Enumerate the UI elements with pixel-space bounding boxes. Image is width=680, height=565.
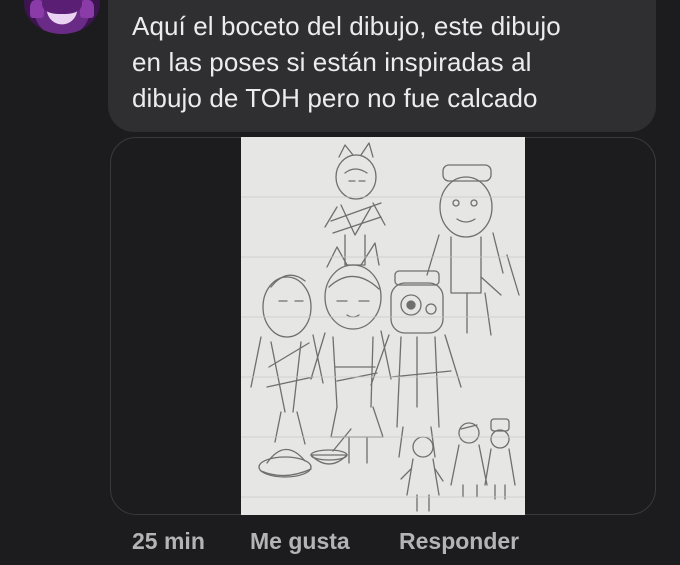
comment-text: Aquí el boceto del dibujo, este dibujo e… [132, 11, 561, 113]
sketch-figure-right [426, 164, 520, 336]
sketch-figure-helmet [370, 270, 462, 458]
sketch-figure-left [250, 274, 324, 445]
comment-time: 25 min [132, 528, 205, 554]
user-avatar-icon[interactable] [24, 0, 100, 34]
sketch-hat [258, 448, 312, 478]
sketch-image[interactable] [241, 137, 525, 515]
paper-lines [241, 196, 525, 498]
sketch-figure-bottom-1 [400, 436, 444, 512]
like-button[interactable]: Me gusta [250, 528, 350, 555]
sketch-drawing [241, 142, 525, 512]
sketch-figure-bottom-2 [450, 422, 488, 498]
avatar-ear-right [80, 0, 94, 18]
avatar-hair [42, 0, 82, 14]
comment-bubble: Aquí el boceto del dibujo, este dibujo e… [108, 0, 656, 132]
reply-button[interactable]: Responder [399, 528, 519, 555]
sketch-figure-bottom-3 [484, 418, 516, 500]
